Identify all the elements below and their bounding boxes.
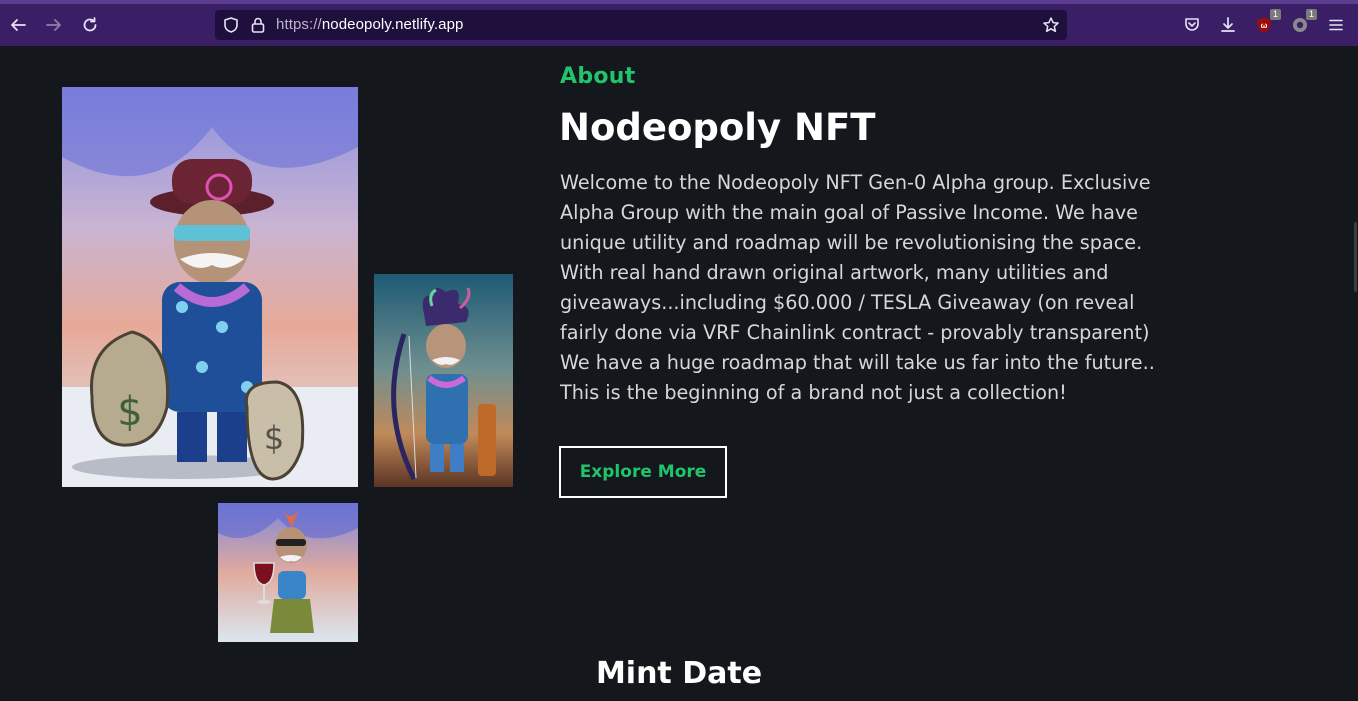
- download-icon[interactable]: [1216, 13, 1240, 37]
- about-label: About: [560, 64, 636, 89]
- extension-badge: 1: [1305, 9, 1317, 20]
- explore-more-button[interactable]: Explore More: [559, 446, 727, 498]
- browser-toolbar: https://nodeopoly.netlify.app ω 1 1: [0, 0, 1358, 46]
- extension-badge: 1: [1269, 9, 1281, 20]
- page-title: Nodeopoly NFT: [559, 106, 876, 149]
- ublock-extension-icon[interactable]: ω 1: [1252, 9, 1281, 37]
- shield-icon[interactable]: [219, 13, 243, 37]
- pocket-icon[interactable]: [1180, 13, 1204, 37]
- nft-artwork-archer: [374, 274, 513, 487]
- forward-arrow-icon[interactable]: [42, 13, 66, 37]
- mint-date-heading: Mint Date: [595, 656, 763, 691]
- scrollbar[interactable]: [1354, 222, 1357, 292]
- svg-text:$: $: [117, 389, 142, 435]
- nft-artwork-wine: [218, 503, 358, 642]
- svg-text:ω: ω: [1261, 21, 1268, 30]
- lock-icon[interactable]: [246, 13, 270, 37]
- hamburger-menu-icon[interactable]: [1324, 13, 1348, 37]
- url-text[interactable]: https://nodeopoly.netlify.app: [276, 16, 463, 33]
- bookmark-star-icon[interactable]: [1039, 13, 1063, 37]
- extension-icon[interactable]: 1: [1288, 9, 1317, 37]
- url-bar[interactable]: https://nodeopoly.netlify.app: [215, 10, 1067, 40]
- nft-artwork-moneybags: $ $: [62, 87, 358, 487]
- svg-text:$: $: [264, 419, 284, 457]
- reload-icon[interactable]: [78, 13, 102, 37]
- back-arrow-icon[interactable]: [6, 13, 30, 37]
- about-description: Welcome to the Nodeopoly NFT Gen-0 Alpha…: [560, 171, 1155, 404]
